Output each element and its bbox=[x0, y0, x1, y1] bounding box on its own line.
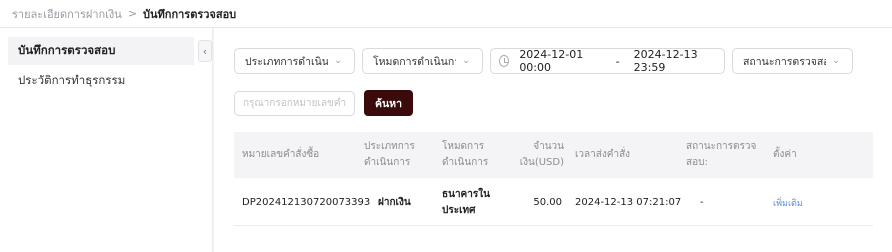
review-status-value: สถานะการตรวจสอบทั้งหมด bbox=[743, 55, 826, 68]
cell-operation-mode: ธนาคารในประเทศ bbox=[442, 189, 490, 216]
main-content: ประเภทการดำเนินการทั้งหมด ⌄ โหมดการดำเนิ… bbox=[214, 28, 892, 252]
chevron-down-icon: ⌄ bbox=[832, 56, 840, 66]
operation-type-value: ประเภทการดำเนินการทั้งหมด bbox=[245, 55, 328, 68]
operation-mode-value: โหมดการดำเนินการทั้งหมด bbox=[373, 55, 456, 68]
column-header-settings: ตั้งค่า bbox=[773, 149, 797, 160]
table-row: DP202412130720073393 ฝากเงิน ธนาคารในประ… bbox=[234, 180, 873, 226]
operation-mode-select[interactable]: โหมดการดำเนินการทั้งหมด ⌄ bbox=[362, 48, 483, 74]
chevron-left-icon: ‹ bbox=[202, 44, 208, 58]
clock-icon bbox=[499, 55, 510, 67]
page: รายละเอียดการฝากเงิน > บันทึกการตรวจสอบ … bbox=[0, 0, 892, 252]
cell-order-no: DP202412130720073393 bbox=[242, 197, 371, 208]
order-number-input[interactable] bbox=[234, 91, 355, 116]
column-header-operation-type: ประเภทการดำเนินการ bbox=[364, 141, 415, 168]
more-link[interactable]: เพิ่มเติม bbox=[773, 196, 803, 212]
breadcrumb: รายละเอียดการฝากเงิน > บันทึกการตรวจสอบ bbox=[0, 0, 892, 28]
table-header: หมายเลขคำสั่งซื้อ ประเภทการดำเนินการ โหม… bbox=[234, 132, 873, 178]
chevron-down-icon: ⌄ bbox=[334, 56, 342, 66]
breadcrumb-parent-link[interactable]: รายละเอียดการฝากเงิน bbox=[12, 5, 122, 23]
operation-type-select[interactable]: ประเภทการดำเนินการทั้งหมด ⌄ bbox=[234, 48, 355, 74]
date-end[interactable]: 2024-12-13 23:59 bbox=[634, 48, 716, 74]
sidebar-item-label: บันทึกการตรวจสอบ bbox=[18, 43, 116, 57]
date-separator: - bbox=[615, 54, 620, 68]
column-header-amount: จำนวนเงิน(USD) bbox=[519, 141, 564, 168]
breadcrumb-separator-icon: > bbox=[127, 7, 138, 20]
sidebar: บันทึกการตรวจสอบ ประวัติการทำธุรกรรม ‹ bbox=[0, 28, 213, 252]
column-header-review-status: สถานะการตรวจสอบ: bbox=[686, 141, 757, 168]
date-range-picker[interactable]: 2024-12-01 00:00 - 2024-12-13 23:59 bbox=[490, 48, 725, 74]
search-button[interactable]: ค้นหา bbox=[364, 90, 413, 116]
chevron-down-icon: ⌄ bbox=[462, 56, 470, 66]
date-start[interactable]: 2024-12-01 00:00 bbox=[519, 48, 601, 74]
cell-amount: 50.00 bbox=[533, 197, 562, 208]
review-status-select[interactable]: สถานะการตรวจสอบทั้งหมด ⌄ bbox=[732, 48, 853, 74]
collapse-sidebar-button[interactable]: ‹ bbox=[198, 40, 212, 62]
sidebar-item-transaction-history[interactable]: ประวัติการทำธุรกรรม bbox=[8, 67, 194, 95]
sidebar-item-audit-log[interactable]: บันทึกการตรวจสอบ bbox=[8, 37, 194, 65]
cell-status: - bbox=[700, 197, 704, 208]
column-header-operation-mode: โหมดการดำเนินการ bbox=[442, 141, 489, 168]
column-header-submit-time: เวลาส่งคำสั่ง bbox=[575, 149, 631, 160]
breadcrumb-current: บันทึกการตรวจสอบ bbox=[143, 7, 237, 21]
column-header-order-no: หมายเลขคำสั่งซื้อ bbox=[242, 149, 320, 160]
cell-submit-time: 2024-12-13 07:21:07 bbox=[575, 197, 682, 208]
cell-operation-type: ฝากเงิน bbox=[378, 197, 411, 208]
sidebar-item-label: ประวัติการทำธุรกรรม bbox=[18, 73, 126, 87]
